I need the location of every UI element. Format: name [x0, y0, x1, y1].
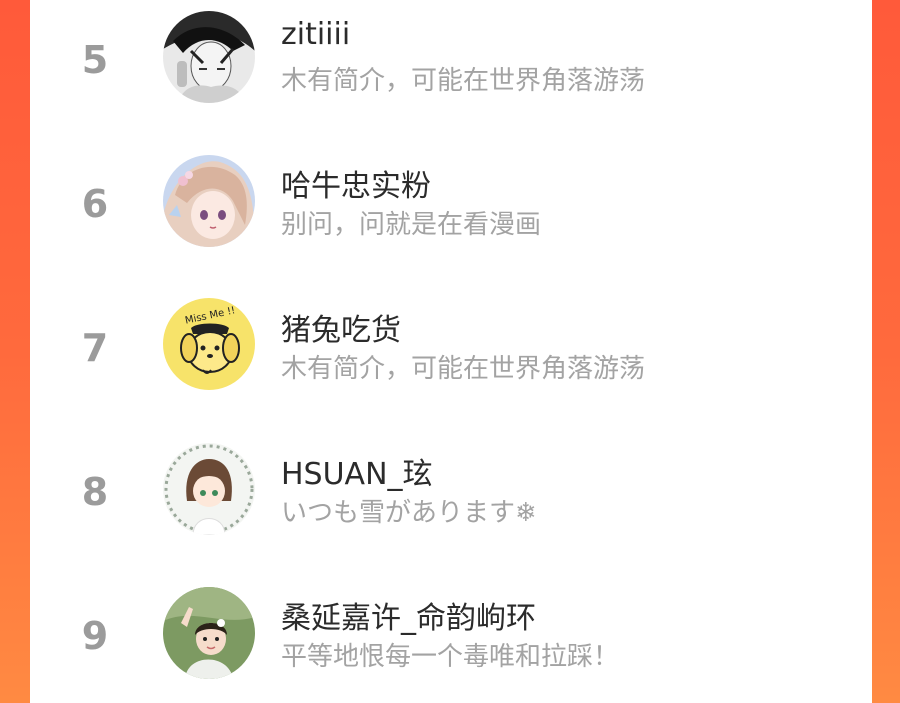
user-name[interactable]: 猪兔吃货: [281, 305, 401, 349]
rank-number: 5: [81, 38, 109, 82]
list-item[interactable]: 9 桑延嘉许_命韵岣环 平等地恨每一个毒唯和拉踩！: [30, 576, 872, 696]
rank-number: 6: [81, 182, 109, 226]
user-name[interactable]: HSUAN_玹: [281, 449, 433, 493]
child-photo-avatar-icon[interactable]: [163, 587, 255, 679]
rank-number: 9: [81, 614, 109, 658]
list-item[interactable]: 6 哈牛忠实粉 别问，问就是在看漫画: [30, 144, 872, 264]
list-item[interactable]: 7 Miss Me !! 猪兔吃货 木有简介，可能在世界角落游荡: [30, 288, 872, 408]
user-name[interactable]: zitiiii: [281, 17, 350, 52]
user-bio: 木有简介，可能在世界角落游荡: [281, 354, 646, 384]
rank-number: 8: [81, 470, 109, 514]
user-bio: 平等地恨每一个毒唯和拉踩！: [281, 642, 620, 672]
yellow-dog-avatar-icon[interactable]: Miss Me !!: [163, 298, 255, 390]
rank-number: 7: [81, 326, 109, 370]
chibi-girl-avatar-icon[interactable]: [163, 443, 255, 535]
list-item[interactable]: 8 HSUAN_玹 いつも雪があります❄: [30, 432, 872, 552]
anime-girl-avatar-icon[interactable]: [163, 155, 255, 247]
user-bio: 别问，问就是在看漫画: [281, 210, 542, 240]
list-item[interactable]: 5 zitiiii 木有简介，可能在世界角落游荡: [30, 0, 872, 120]
ranking-panel: 5 zitiiii 木有简介，可能在世界角落游荡 6 哈牛忠实粉 别问，问就是在…: [30, 0, 872, 703]
manga-boy-avatar-icon[interactable]: [163, 11, 255, 103]
user-bio: 木有简介，可能在世界角落游荡: [281, 66, 646, 96]
user-name[interactable]: 桑延嘉许_命韵岣环: [281, 593, 536, 637]
user-bio: いつも雪があります❄: [281, 498, 537, 528]
user-name[interactable]: 哈牛忠实粉: [281, 161, 431, 205]
